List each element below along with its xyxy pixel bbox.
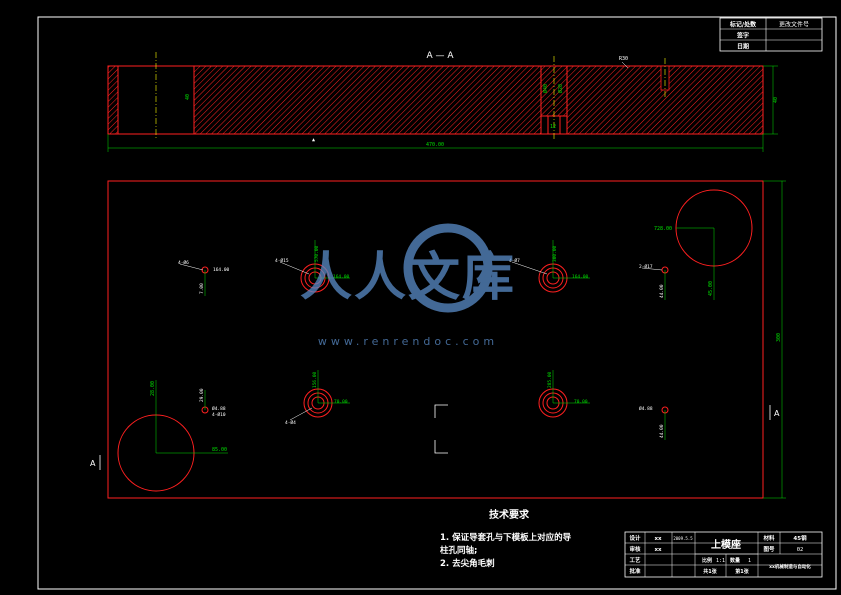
revision-row-3-key: 日期: [737, 43, 749, 51]
h7-up-label: 285.00: [547, 371, 553, 388]
revision-row-1-key: 标记/处数: [729, 21, 757, 29]
big-bl-right-label: 85.00: [212, 447, 227, 453]
title-block: 设计 审核 工艺 批准 xx xx 2009.5.5 上模座 比例 1:1 数量…: [624, 531, 823, 578]
section-label-2: Ø20: [557, 84, 564, 93]
big-tr-down-label: 45.00: [708, 281, 714, 296]
tb-material-value: 45钢: [793, 534, 807, 542]
tech-line-3: 2. 去尖角毛刺: [440, 558, 495, 569]
tb-craft-label: 工艺: [629, 556, 641, 564]
tb-sheet-no: 第1张: [735, 568, 749, 575]
tb-designer-label: 设计: [629, 534, 641, 542]
section-view: 40 Ø40 Ø20 12 R30 ▲ 40 470.00: [107, 52, 779, 152]
revision-row-2-key: 签字: [736, 32, 749, 40]
section-marker-left: A: [90, 459, 96, 468]
technical-requirements: 技术要求 1. 保证导套孔与下模板上对应的导 柱孔同轴; 2. 去尖角毛刺: [440, 508, 572, 569]
h5-left-label: Ø4.88: [212, 405, 226, 412]
h4-left-label: 2-Ø17: [639, 263, 653, 270]
center-bracket-bottom: [434, 440, 448, 454]
h2-left-label: 4-Ø15: [275, 257, 289, 264]
cad-drawing: 标记/处数 更改文件号 签字 日期 A — A 40 Ø40 Ø20 12 R3…: [37, 16, 837, 590]
revision-row-1-value: 更改文件号: [779, 21, 809, 29]
tb-number-value: 02: [797, 547, 804, 553]
watermark: 人人文库 www.renrendoc.com: [300, 223, 516, 348]
h4-down-label: 44.00: [659, 284, 665, 298]
big-tr-left-label: 728.00: [654, 226, 672, 232]
tb-ratio-label: 比例: [702, 557, 712, 564]
section-title: A — A: [426, 51, 454, 61]
h6-up-label: 156.00: [312, 371, 318, 388]
plan-height-dim: 300: [776, 333, 782, 342]
tb-designer-name: xx: [654, 536, 662, 542]
tb-part-name: 上模座: [711, 538, 741, 551]
tb-quantity-value: 1: [748, 558, 751, 564]
h7-right-label: 70.00: [574, 399, 588, 405]
section-mark-mid: ▲: [312, 137, 315, 143]
h3-right-label: 164.00: [572, 274, 589, 280]
tb-checker-name: xx: [654, 547, 662, 553]
h5-up-label: 29.00: [199, 388, 205, 402]
tb-approver-label: 批准: [629, 567, 641, 575]
section-marker-right: A: [774, 409, 780, 418]
section-label-1: R30: [619, 56, 628, 62]
h8-left-label: Ø4.88: [639, 405, 653, 412]
tb-checker-label: 审核: [629, 545, 641, 553]
h1-down-label: 7.00: [199, 283, 205, 294]
tb-school: xx机械制造与自动化: [769, 563, 811, 570]
tech-line-1: 1. 保证导套孔与下模板上对应的导: [440, 532, 572, 543]
section-label-5: 40: [185, 94, 191, 100]
watermark-url: www.renrendoc.com: [318, 335, 498, 348]
revision-table: 标记/处数 更改文件号 签字 日期: [719, 17, 823, 52]
total-width-dim: 470.00: [426, 142, 444, 148]
tech-line-2: 柱孔同轴;: [440, 545, 477, 556]
watermark-text: 人人文库: [300, 248, 516, 308]
section-label-3: Ø40: [542, 84, 549, 93]
tb-ratio-value: 1:1: [716, 558, 725, 564]
h1-left-label: 4-Ø6: [178, 259, 189, 266]
section-hatch-left: [108, 66, 118, 134]
tech-heading: 技术要求: [489, 508, 530, 521]
section-height-mark: 40: [773, 97, 779, 103]
h3-up-label: 300.00: [552, 245, 558, 262]
h6-right-label: 70.00: [334, 399, 348, 405]
center-bracket-top: [434, 404, 448, 418]
big-bl-up-label: 28.00: [150, 381, 156, 396]
tb-quantity-label: 数量: [730, 557, 740, 564]
h8-down-label: 44.00: [659, 424, 665, 438]
h1-right-label: 164.00: [213, 267, 230, 273]
h5-sub-label: 4-Ø10: [212, 411, 226, 418]
h6-left-label: 4-Ø4: [285, 419, 296, 426]
section-hatch-middle: [194, 66, 541, 134]
tb-material-label: 材料: [763, 534, 775, 542]
tb-date: 2009.5.5: [673, 536, 693, 541]
tb-sheet-label: 共1张: [703, 568, 717, 575]
section-label-4: 12: [550, 124, 556, 130]
tb-number-label: 图号: [763, 545, 775, 553]
